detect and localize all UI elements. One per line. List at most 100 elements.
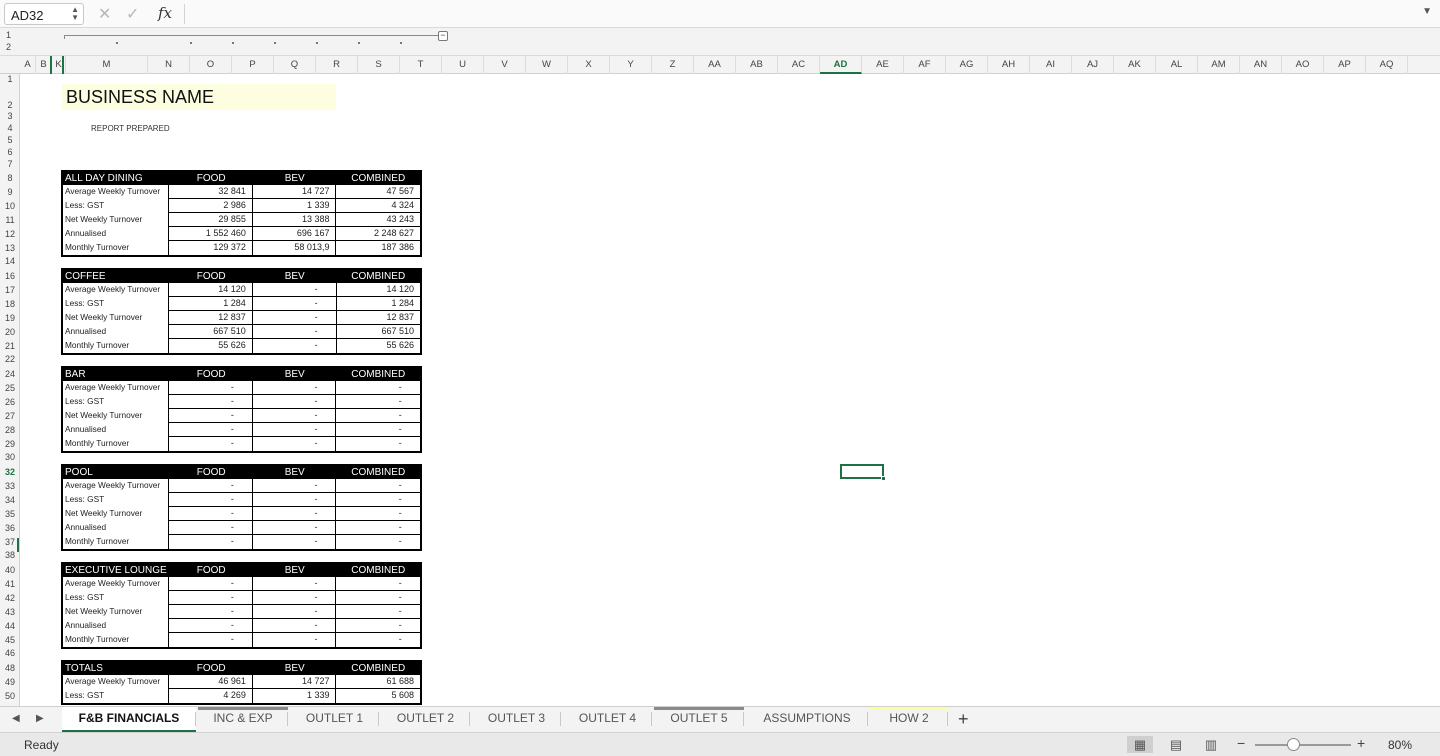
value-cell[interactable]: - (169, 605, 253, 619)
row-label[interactable]: Net Weekly Turnover (63, 507, 170, 521)
zoom-slider-thumb[interactable] (1287, 738, 1301, 751)
formula-input[interactable] (190, 4, 1415, 24)
column-title-combined[interactable]: COMBINED (336, 564, 420, 577)
row-header-32[interactable]: 32 (0, 467, 19, 477)
value-cell[interactable]: - (252, 381, 337, 395)
zoom-level[interactable]: 80% (1388, 738, 1412, 752)
column-header-w[interactable]: W (526, 56, 568, 74)
column-title-combined[interactable]: COMBINED (336, 270, 420, 283)
value-cell[interactable]: - (252, 297, 337, 311)
active-cell-cursor[interactable] (840, 464, 886, 481)
value-cell[interactable]: - (253, 535, 337, 549)
value-cell[interactable]: - (336, 479, 421, 493)
column-header-ap[interactable]: AP (1324, 56, 1366, 74)
fill-handle[interactable] (881, 476, 886, 481)
sheet-tab-outlet-2[interactable]: OUTLET 2 (381, 707, 470, 732)
table-title[interactable]: COFFEE (63, 270, 169, 283)
value-cell[interactable]: - (252, 311, 337, 325)
row-label[interactable]: Net Weekly Turnover (63, 409, 170, 423)
value-cell[interactable]: 4 324 (336, 199, 420, 213)
row-header-25[interactable]: 25 (0, 383, 19, 393)
row-label[interactable]: Less: GST (63, 689, 170, 703)
value-cell[interactable]: - (252, 521, 337, 535)
column-header-z[interactable]: Z (652, 56, 694, 74)
page-break-icon[interactable]: ▥ (1198, 736, 1224, 753)
row-header-46[interactable]: 46 (0, 648, 19, 658)
value-cell[interactable]: - (169, 493, 253, 507)
row-header-17[interactable]: 17 (0, 285, 19, 295)
column-title-combined[interactable]: COMBINED (336, 466, 420, 479)
row-label[interactable]: Less: GST (63, 297, 170, 311)
row-header-10[interactable]: 10 (0, 201, 19, 211)
row-label[interactable]: Net Weekly Turnover (63, 213, 170, 227)
row-header-12[interactable]: 12 (0, 229, 19, 239)
row-label[interactable]: Monthly Turnover (63, 633, 170, 647)
column-header-ad[interactable]: AD (820, 56, 862, 74)
row-header-33[interactable]: 33 (0, 481, 19, 491)
value-cell[interactable]: 47 567 (336, 185, 420, 199)
value-cell[interactable]: - (169, 633, 253, 647)
column-header-p[interactable]: P (232, 56, 274, 74)
column-header-ab[interactable]: AB (736, 56, 778, 74)
column-header-an[interactable]: AN (1240, 56, 1282, 74)
value-cell[interactable]: 2 248 627 (336, 227, 420, 241)
value-cell[interactable]: - (169, 395, 253, 409)
column-header-ae[interactable]: AE (862, 56, 904, 74)
value-cell[interactable]: 13 388 (252, 213, 337, 227)
row-header-44[interactable]: 44 (0, 621, 19, 631)
value-cell[interactable]: 29 855 (169, 213, 253, 227)
zoom-out-button[interactable]: − (1237, 735, 1245, 751)
value-cell[interactable]: - (169, 381, 253, 395)
row-label[interactable]: Monthly Turnover (63, 241, 170, 255)
column-header-a[interactable]: A (20, 56, 36, 74)
row-header-8[interactable]: 8 (0, 173, 19, 183)
name-box-spinner-icon[interactable]: ▲ ▼ (71, 6, 79, 22)
column-title-food[interactable]: FOOD (169, 172, 253, 185)
sheet-tab-how-2[interactable]: HOW 2 (870, 707, 948, 732)
row-label[interactable]: Annualised (63, 325, 170, 339)
function-icon[interactable]: fx (158, 4, 172, 22)
column-header-ai[interactable]: AI (1030, 56, 1072, 74)
row-header-24[interactable]: 24 (0, 369, 19, 379)
value-cell[interactable]: - (336, 423, 421, 437)
column-title-bev[interactable]: BEV (253, 368, 337, 381)
value-cell[interactable]: 5 608 (336, 689, 420, 703)
row-header-45[interactable]: 45 (0, 635, 19, 645)
prev-sheet-icon[interactable]: ◀ (12, 713, 20, 724)
row-label[interactable]: Average Weekly Turnover (63, 479, 170, 493)
column-header-am[interactable]: AM (1198, 56, 1240, 74)
column-title-bev[interactable]: BEV (253, 564, 337, 577)
row-label[interactable]: Annualised (63, 521, 170, 535)
value-cell[interactable]: 55 626 (169, 339, 253, 353)
column-title-bev[interactable]: BEV (253, 270, 337, 283)
value-cell[interactable]: - (336, 591, 421, 605)
column-title-combined[interactable]: COMBINED (336, 662, 420, 675)
next-sheet-icon[interactable]: ▶ (36, 713, 44, 724)
row-label[interactable]: Net Weekly Turnover (63, 605, 170, 619)
value-cell[interactable]: 46 961 (169, 675, 253, 689)
row-header-21[interactable]: 21 (0, 341, 19, 351)
column-header-u[interactable]: U (442, 56, 484, 74)
sheet-tab-f-b-financials[interactable]: F&B FINANCIALS (62, 707, 196, 732)
value-cell[interactable]: 14 120 (169, 283, 253, 297)
value-cell[interactable]: - (253, 633, 337, 647)
check-icon[interactable]: ✓ (126, 4, 139, 24)
value-cell[interactable]: 58 013,9 (253, 241, 337, 255)
column-header-aj[interactable]: AJ (1072, 56, 1114, 74)
column-header-q[interactable]: Q (274, 56, 316, 74)
sheet-tab-outlet-1[interactable]: OUTLET 1 (290, 707, 379, 732)
value-cell[interactable]: 1 339 (252, 199, 337, 213)
row-header-9[interactable]: 9 (0, 187, 19, 197)
row-label[interactable]: Net Weekly Turnover (63, 311, 170, 325)
outline-collapse-button[interactable]: − (438, 31, 448, 41)
value-cell[interactable]: 14 120 (336, 283, 420, 297)
row-header-22[interactable]: 22 (0, 354, 19, 364)
row-header-27[interactable]: 27 (0, 411, 19, 421)
row-header-16[interactable]: 16 (0, 271, 19, 281)
outline-level-2-button[interactable]: 2 (6, 42, 11, 52)
column-title-combined[interactable]: COMBINED (336, 368, 420, 381)
row-label[interactable]: Less: GST (63, 493, 170, 507)
value-cell[interactable]: 43 243 (336, 213, 420, 227)
row-header-19[interactable]: 19 (0, 313, 19, 323)
column-header-n[interactable]: N (148, 56, 190, 74)
